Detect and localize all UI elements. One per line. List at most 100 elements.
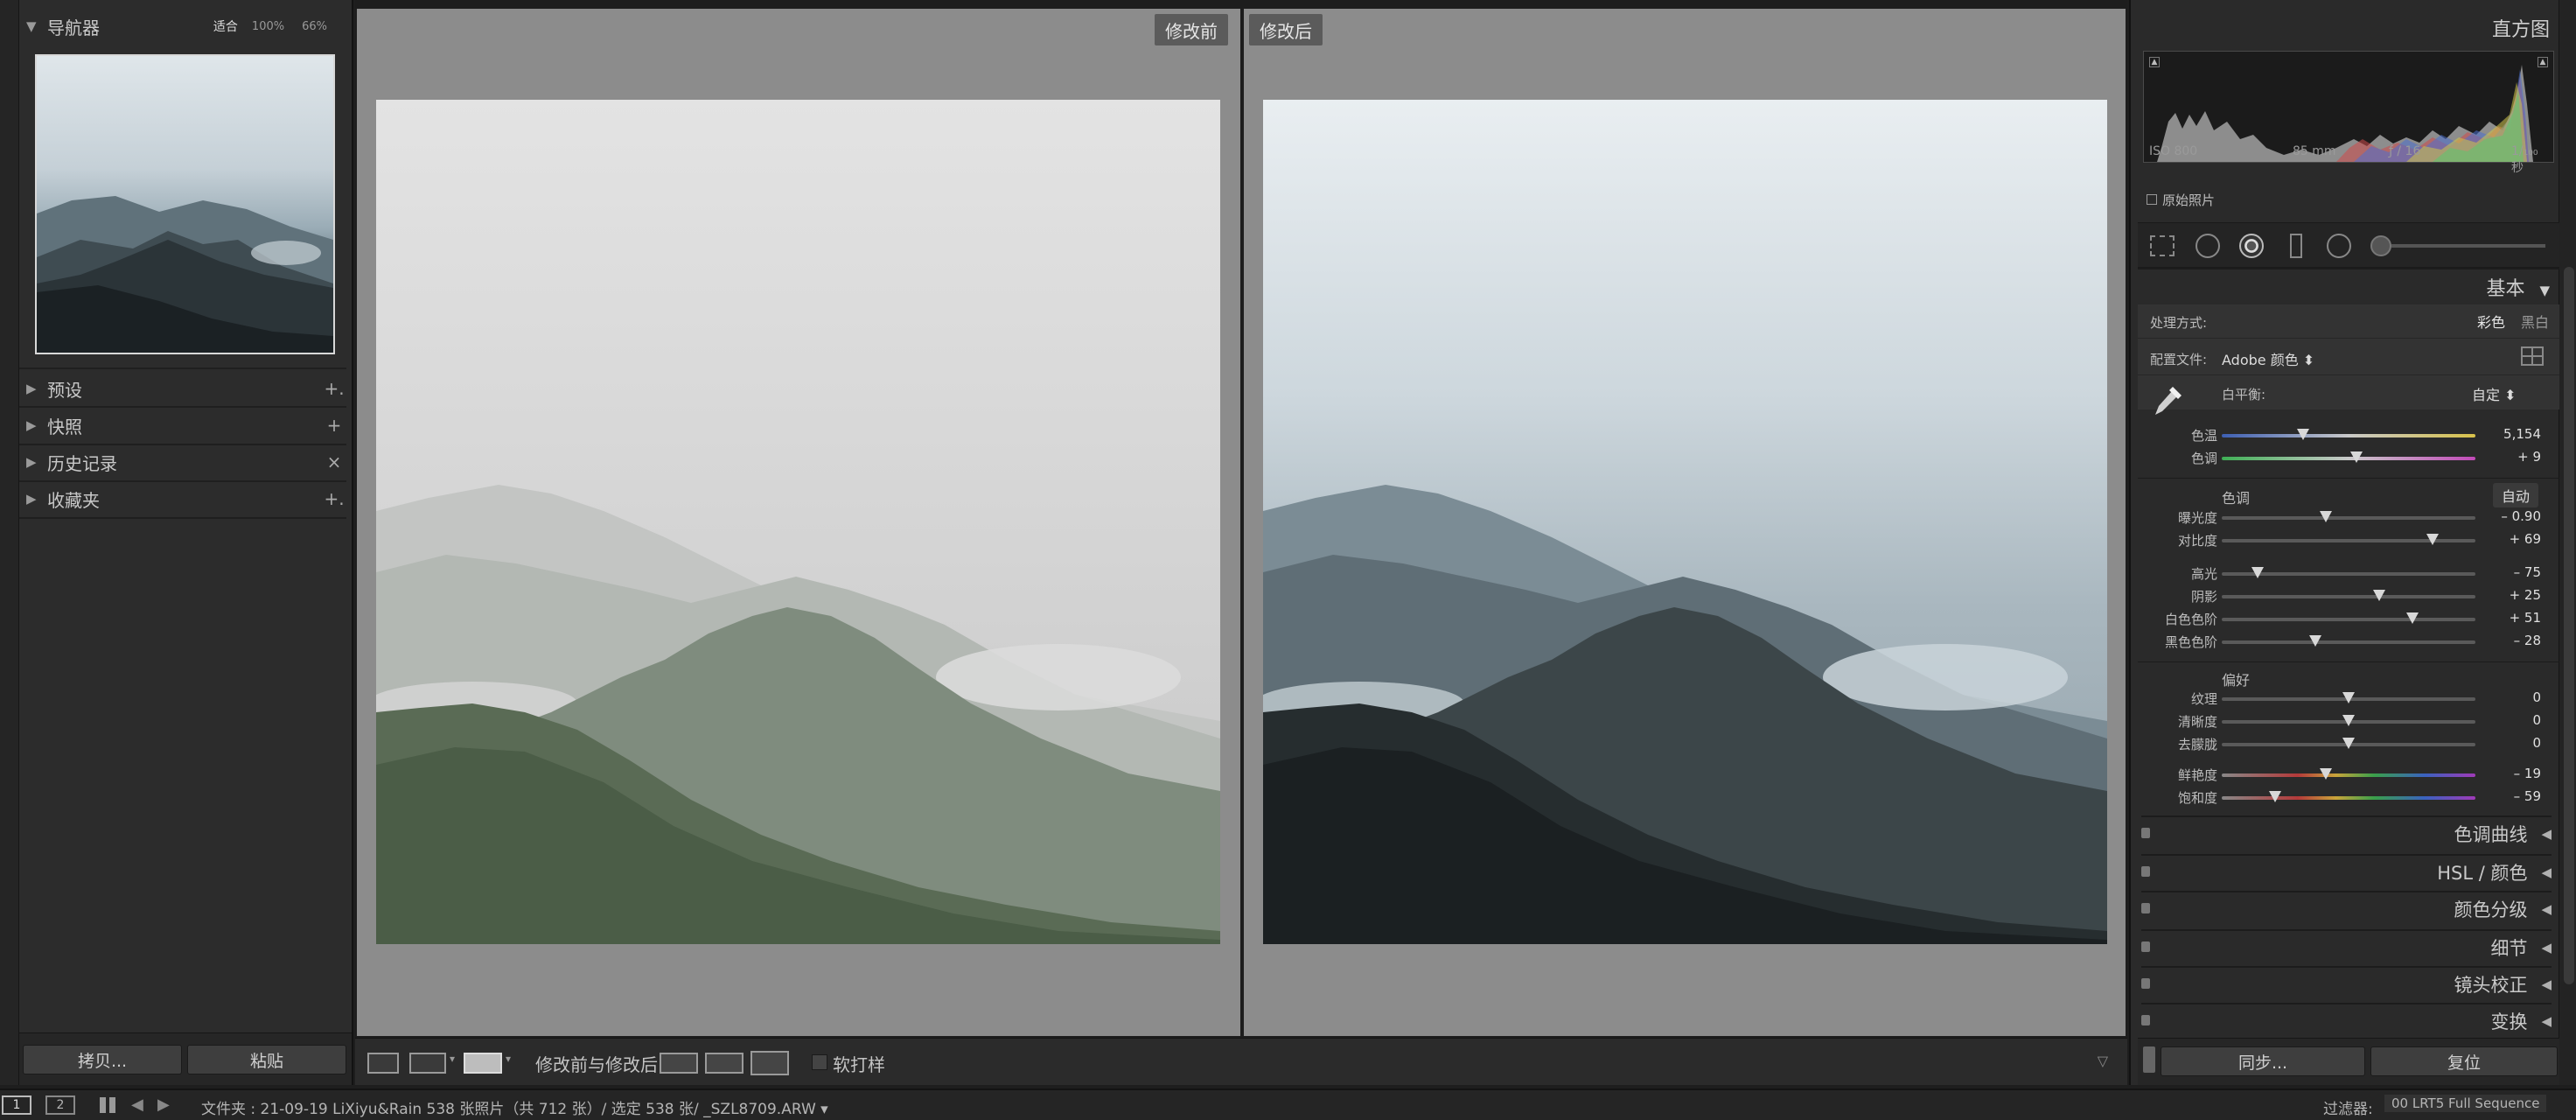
snapshots-header[interactable]: ▶ 快照 + [19,408,346,443]
section-toggle-switch[interactable] [2141,903,2150,914]
slider-track[interactable] [2222,595,2475,598]
slider-track[interactable] [2222,796,2475,800]
copy-after-to-before-icon[interactable] [705,1053,743,1074]
slider-thumb[interactable] [2268,791,2281,802]
slider-thumb[interactable] [2342,692,2355,704]
reset-button[interactable]: 复位 [2370,1046,2558,1076]
slider-value[interactable]: 5,154 [2503,426,2541,442]
paste-button[interactable]: 粘贴 [187,1045,346,1074]
redeye-tool-icon[interactable] [2239,234,2264,258]
copy-before-to-after-icon[interactable] [660,1053,698,1074]
add-collection-icon[interactable]: +. [322,488,346,509]
slider-value[interactable]: + 9 [2517,449,2541,465]
panel-scrollbar[interactable] [2564,267,2574,984]
softproof-checkbox[interactable] [812,1054,827,1070]
back-arrow-icon[interactable]: ◀ [131,1096,143,1114]
slider-track[interactable] [2222,618,2475,621]
slider-value[interactable]: – 0.90 [2501,508,2541,524]
dropdown-arrow-icon[interactable]: ▾ [450,1053,455,1065]
slider-thumb[interactable] [2349,452,2363,463]
slider-track[interactable] [2222,434,2475,438]
original-photo-checkbox[interactable] [2147,194,2157,205]
histogram-title[interactable]: 直方图 [2492,14,2550,42]
slider-track[interactable] [2222,640,2475,644]
monitor-1-button[interactable]: 1 [2,1096,31,1115]
before-photo[interactable] [376,100,1220,944]
brush-slider-track[interactable] [2391,244,2545,248]
slider-value[interactable]: – 19 [2514,766,2541,781]
section-toggle-switch[interactable] [2141,866,2150,877]
section-toggle-switch[interactable] [2141,942,2150,952]
section-header[interactable]: 细节 ◀ [2141,929,2552,964]
clear-history-icon[interactable]: × [322,452,346,472]
shadow-clipping-icon[interactable]: ▲ [2149,57,2160,67]
slider-value[interactable]: 0 [2532,735,2541,751]
slider-value[interactable]: – 75 [2514,564,2541,580]
highlight-clipping-icon[interactable]: ▲ [2538,57,2548,67]
collections-header[interactable]: ▶ 收藏夹 +. [19,481,346,516]
slider-track[interactable] [2222,457,2475,460]
section-toggle-switch[interactable] [2141,1015,2150,1026]
slider-thumb[interactable] [2309,635,2322,647]
forward-arrow-icon[interactable]: ▶ [157,1096,170,1114]
before-after-split-icon[interactable] [464,1053,502,1074]
before-after-lr-icon[interactable] [409,1053,446,1074]
navigator-header[interactable]: ▼ 导航器 适合 100% 66% [19,9,346,44]
left-panel-edge[interactable] [0,0,19,1085]
slider-thumb[interactable] [2405,612,2419,624]
slider-value[interactable]: 0 [2532,690,2541,705]
spot-removal-icon[interactable] [2196,234,2220,258]
monitor-2-button[interactable]: 2 [45,1096,75,1115]
graduated-filter-icon[interactable] [2290,234,2302,258]
wb-dropdown[interactable]: 自定 ⬍ [2472,383,2517,404]
swap-before-after-icon[interactable] [750,1051,789,1075]
slider-thumb[interactable] [2372,590,2385,601]
section-header[interactable]: 色调曲线 ◀ [2141,816,2552,850]
history-header[interactable]: ▶ 历史记录 × [19,444,346,480]
auto-tone-button[interactable]: 自动 [2493,483,2539,508]
section-header[interactable]: HSL / 颜色 ◀ [2141,854,2552,889]
slider-thumb[interactable] [2426,534,2439,545]
sync-button[interactable]: 同步... [2161,1046,2365,1076]
dropdown-arrow-icon[interactable]: ▾ [506,1053,511,1065]
slider-thumb[interactable] [2342,738,2355,749]
slider-track[interactable] [2222,774,2475,777]
add-snapshot-icon[interactable]: + [322,415,346,436]
slider-value[interactable]: – 28 [2514,633,2541,648]
section-toggle-switch[interactable] [2141,828,2150,838]
slider-thumb[interactable] [2296,429,2309,440]
section-header[interactable]: 颜色分级 ◀ [2141,891,2552,926]
wb-eyedropper-icon[interactable] [2150,380,2185,418]
section-header[interactable]: 变换 ◀ [2141,1003,2552,1038]
adjustment-brush-icon[interactable] [2370,235,2391,256]
copy-button[interactable]: 拷贝... [23,1045,182,1074]
crop-tool-icon[interactable] [2150,235,2175,256]
loupe-view-icon[interactable] [367,1053,399,1074]
filter-dropdown[interactable]: 00 LRT5 Full Sequence [2384,1095,2547,1112]
grid-view-icon[interactable] [100,1097,115,1113]
slider-value[interactable]: 0 [2532,712,2541,728]
slider-value[interactable]: + 25 [2510,587,2541,603]
zoom-66[interactable]: 66% [302,20,327,33]
sync-toggle-switch[interactable] [2143,1046,2155,1073]
radial-filter-icon[interactable] [2327,234,2351,258]
folder-info[interactable]: 文件夹 : 21-09-19 LiXiyu&Rain 538 张照片（共 712… [201,1096,828,1118]
slider-thumb[interactable] [2251,567,2264,578]
basic-header[interactable]: 基本 ▼ [2486,273,2550,301]
slider-thumb[interactable] [2342,715,2355,726]
slider-thumb[interactable] [2319,511,2332,522]
slider-thumb[interactable] [2319,768,2332,780]
navigator-preview[interactable] [35,54,335,354]
section-toggle-switch[interactable] [2141,978,2150,989]
slider-track[interactable] [2222,516,2475,520]
after-photo[interactable] [1263,100,2107,944]
slider-value[interactable]: + 69 [2510,531,2541,547]
histogram[interactable]: ▲ ▲ ISO 800 85 mm ƒ / 16 1/₁₀₀ 秒 [2143,51,2554,175]
treatment-color-option[interactable]: 彩色 [2477,311,2505,332]
toolbar-menu-icon[interactable]: ▽ [2098,1053,2108,1069]
add-preset-icon[interactable]: +. [322,378,346,399]
treatment-bw-option[interactable]: 黑白 [2521,311,2549,332]
zoom-100[interactable]: 100% [252,20,284,33]
after-view[interactable]: 修改后 [1244,9,2126,1036]
section-header[interactable]: 镜头校正 ◀ [2141,966,2552,1001]
